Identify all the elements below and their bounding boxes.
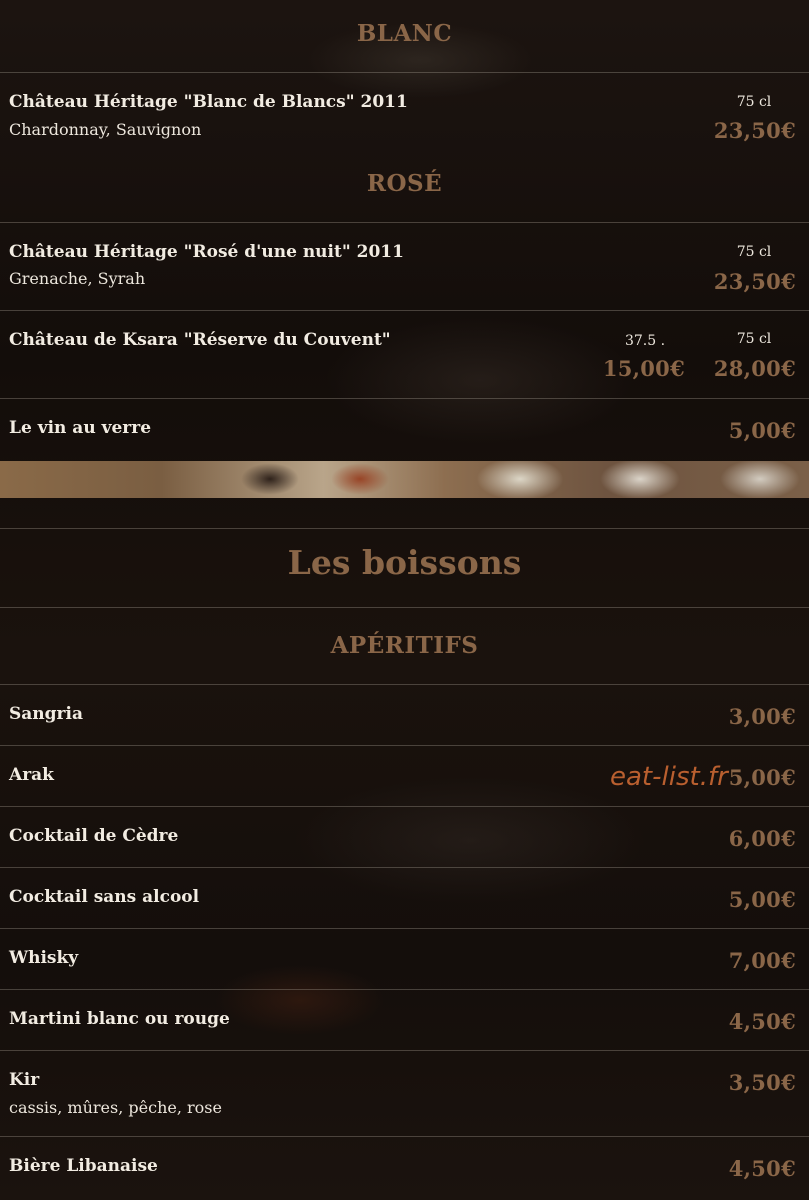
drink-name: Whisky [9,948,79,968]
wine-name: Château Héritage "Rosé d'une nuit" 2011 [9,242,404,262]
divider [0,867,809,868]
wine-price: 23,50€ [713,269,796,294]
watermark-text: eat-list.fr [610,762,728,792]
drink-name: Cocktail de Cèdre [9,826,179,846]
drink-name: Martini blanc ou rouge [9,1009,230,1029]
drink-price: 3,50€ [728,1070,796,1095]
wine-volume-small: 37.5 . [624,333,666,349]
wine-volume: 75 cl [736,331,772,347]
wine-price: 28,00€ [713,356,796,381]
divider [0,310,809,311]
divider [0,607,809,608]
section-title-rose: ROSÉ [366,170,443,197]
wine-description: Grenache, Syrah [9,269,146,288]
drink-name: Arak [9,765,54,785]
drink-price: 3,00€ [728,704,796,729]
divider [0,222,809,223]
drink-price: 4,50€ [728,1009,796,1034]
divider [0,928,809,929]
wine-name: Château Héritage "Blanc de Blancs" 2011 [9,92,408,112]
section-title-blanc: BLANC [356,20,453,47]
drink-name: Bière Libanaise [9,1156,158,1176]
divider [0,745,809,746]
wine-price: 23,50€ [713,118,796,143]
drink-name: Kir [9,1070,40,1090]
drink-name: Cocktail sans alcool [9,887,200,907]
divider [0,528,809,529]
divider [0,989,809,990]
drink-description: cassis, mûres, pêche, rose [9,1098,222,1117]
page-title-boissons: Les boissons [287,543,522,582]
drink-price: 4,50€ [728,1156,796,1181]
wine-volume: 75 cl [736,94,772,110]
wine-name: Château de Ksara "Réserve du Couvent" [9,330,391,350]
divider [0,684,809,685]
drink-price: 7,00€ [728,948,796,973]
photo-strip [0,461,809,498]
divider [0,1136,809,1137]
wine-volume: 75 cl [736,244,772,260]
divider [0,806,809,807]
wine-price-small: 15,00€ [602,356,685,381]
divider [0,1050,809,1051]
divider [0,398,809,399]
section-title-aperitifs: APÉRITIFS [330,632,479,659]
drink-price: 6,00€ [728,826,796,851]
wine-description: Chardonnay, Sauvignon [9,120,202,139]
drink-price: 5,00€ [728,887,796,912]
drink-name: Sangria [9,704,83,724]
wine-price: 5,00€ [728,418,796,443]
wine-name: Le vin au verre [9,418,152,438]
divider [0,72,809,73]
